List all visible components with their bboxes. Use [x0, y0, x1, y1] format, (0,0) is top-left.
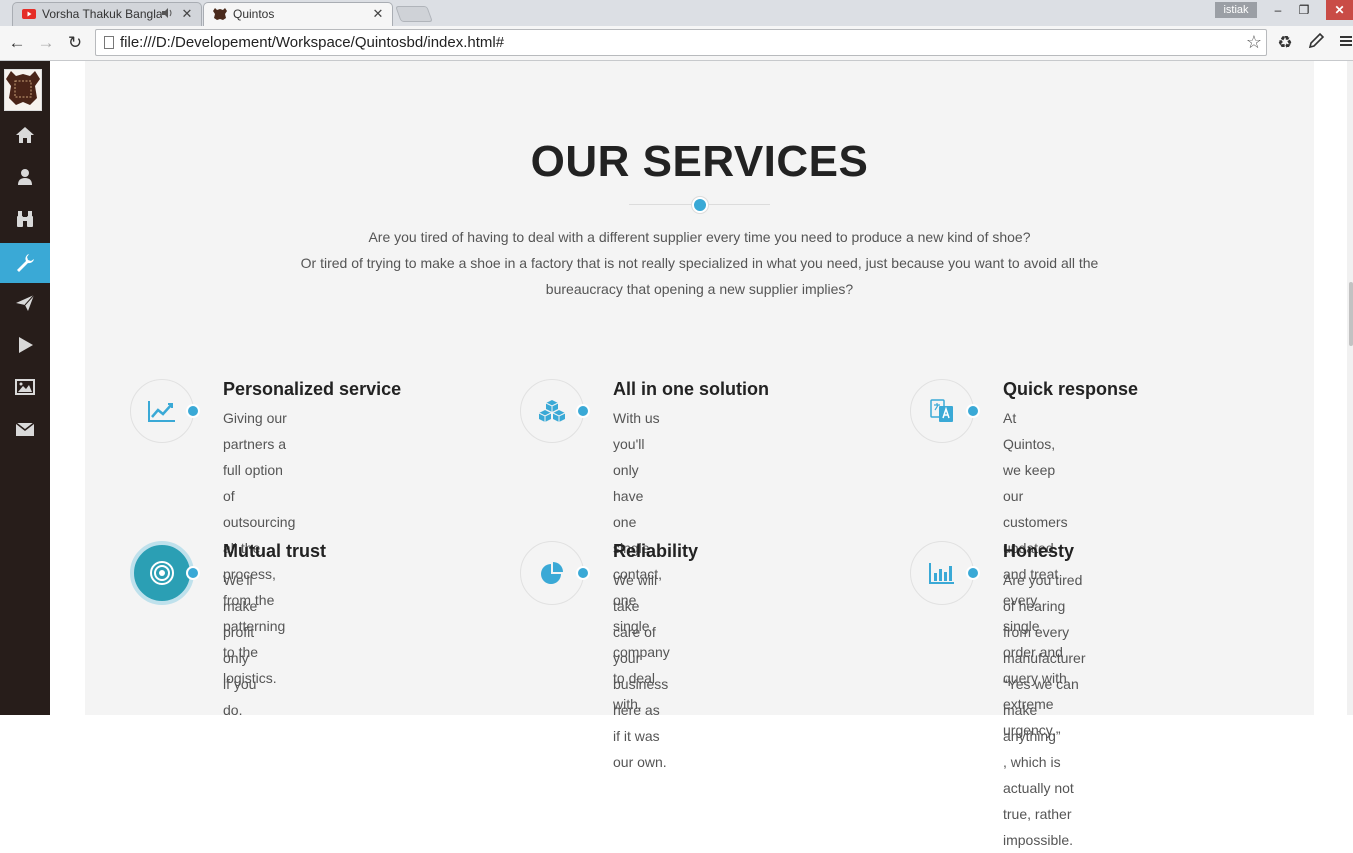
home-icon	[16, 127, 34, 143]
youtube-icon	[22, 8, 36, 20]
service-dot	[966, 566, 980, 580]
leather-logo[interactable]	[4, 69, 42, 111]
service-icon-circle	[130, 379, 194, 443]
services-section: OUR SERVICES Are you tired of having to …	[85, 61, 1314, 848]
service-name: Reliability	[613, 541, 699, 561]
intro-line-1: Are you tired of having to deal with a d…	[368, 229, 1031, 245]
user-icon	[18, 169, 32, 185]
service-description: We will take care of your business here …	[613, 572, 669, 770]
menu-icon[interactable]	[1336, 32, 1353, 54]
service-dot	[576, 566, 590, 580]
intro-line-3: bureaucracy that opening a new supplier …	[545, 281, 854, 297]
service-icon-circle	[910, 541, 974, 605]
sidebar-item-portfolio[interactable]	[0, 199, 50, 239]
sidebar-item-about[interactable]	[0, 157, 50, 197]
browser-tab-quintos[interactable]: Quintos ✕	[203, 2, 393, 26]
sidebar-item-contact-send[interactable]	[0, 283, 50, 323]
service-icon-circle	[910, 379, 974, 443]
minimize-button[interactable]: –	[1265, 0, 1291, 20]
sidebar-item-mail[interactable]	[0, 409, 50, 449]
url-text[interactable]: file:///D:/Developement/Workspace/Quinto…	[120, 34, 504, 51]
browser-titlebar: Vorsha Thakuk Bangla ✕ Quintos ✕ istiak …	[0, 0, 1353, 26]
forward-button[interactable]: →	[35, 32, 57, 54]
sidebar-item-gallery[interactable]	[0, 367, 50, 407]
service-icon-circle-active	[130, 541, 194, 605]
pie-chart-icon	[541, 562, 563, 584]
service-icon-circle	[520, 541, 584, 605]
service-name: Quick response	[1003, 379, 1139, 399]
service-dot	[186, 566, 200, 580]
browser-tab-youtube[interactable]: Vorsha Thakuk Bangla ✕	[12, 2, 202, 26]
scrollbar-thumb[interactable]	[1349, 282, 1353, 346]
address-bar[interactable]: file:///D:/Developement/Workspace/Quinto…	[95, 29, 1267, 56]
paper-plane-icon	[16, 294, 35, 311]
tab-close-icon[interactable]: ✕	[371, 6, 385, 22]
sidebar-item-home[interactable]	[0, 115, 50, 155]
sidebar-item-services[interactable]	[0, 243, 50, 283]
translate-icon	[930, 399, 953, 422]
restore-button[interactable]: ❐	[1291, 0, 1317, 20]
reload-button[interactable]: ↻	[64, 32, 86, 54]
tab-close-icon[interactable]: ✕	[180, 6, 194, 22]
sidebar-item-video[interactable]	[0, 325, 50, 365]
service-icon-circle	[520, 379, 584, 443]
target-icon	[150, 561, 174, 585]
intro-line-2: Or tired of trying to make a shoe in a f…	[300, 255, 1099, 271]
leather-icon	[213, 8, 227, 20]
close-window-button[interactable]: ✕	[1326, 0, 1353, 20]
service-description: We'll make profit only if you do.	[223, 572, 258, 718]
bar-chart-icon	[929, 563, 954, 584]
divider-dot	[692, 197, 708, 213]
service-dot	[966, 404, 980, 418]
star-icon[interactable]: ☆	[1246, 32, 1262, 53]
section-title: OUR SERVICES	[530, 137, 869, 186]
service-name: Mutual trust	[223, 541, 326, 561]
speaker-icon[interactable]	[162, 7, 174, 21]
service-dot	[186, 404, 200, 418]
binoculars-icon	[17, 211, 33, 227]
cubes-icon	[538, 400, 566, 422]
tab-title: Quintos	[233, 7, 275, 21]
page-scrollbar[interactable]	[1347, 61, 1353, 715]
profile-badge[interactable]: istiak	[1215, 2, 1257, 18]
line-chart-icon	[148, 401, 175, 422]
image-icon	[15, 379, 35, 395]
service-name: Honesty	[1003, 541, 1075, 561]
pen-icon[interactable]	[1305, 32, 1327, 54]
tab-title: Vorsha Thakuk Bangla	[42, 7, 162, 21]
wrench-icon	[17, 254, 34, 272]
service-dot	[576, 404, 590, 418]
new-tab-button[interactable]	[395, 6, 433, 22]
service-description: Are you tired of hearing from every manu…	[1003, 572, 1086, 848]
envelope-icon	[15, 422, 35, 436]
back-button[interactable]: ←	[6, 32, 28, 54]
service-name: All in one solution	[613, 379, 769, 399]
browser-toolbar: ← → ↻ file:///D:/Developement/Workspace/…	[0, 26, 1353, 61]
service-name: Personalized service	[223, 379, 402, 399]
play-icon	[19, 337, 33, 353]
recycle-icon[interactable]: ♻	[1274, 32, 1296, 54]
sidebar-nav	[0, 61, 50, 715]
page-icon	[104, 36, 114, 49]
page-viewport: OUR SERVICES Are you tired of having to …	[0, 61, 1353, 848]
